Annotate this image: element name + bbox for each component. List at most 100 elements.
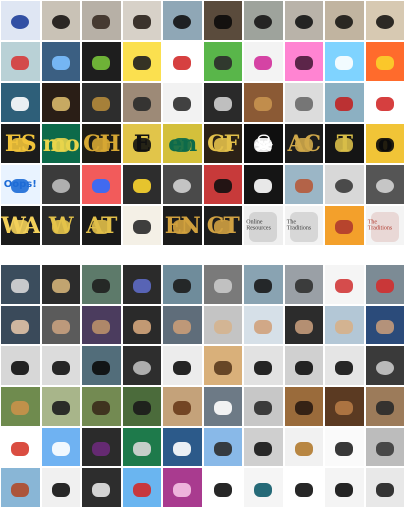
car-mark [92, 360, 111, 375]
photo-mark [294, 279, 313, 294]
top-tile-r6-c4 [121, 205, 162, 246]
bottom-tile-r5-c5 [162, 426, 203, 468]
top-tile-r6-c3: AT [81, 205, 122, 246]
bottom-tile-r3-c1 [0, 345, 41, 386]
graphic-mark [11, 97, 30, 112]
top-tile-r3-c7 [243, 82, 284, 123]
top-tile-r2-c9 [324, 41, 365, 82]
top-tile-r6-c5: EN [162, 205, 203, 246]
bottom-tile-r3-c4 [121, 345, 162, 386]
car-mark [254, 360, 273, 375]
top-tile-r4-c7: ☠ [243, 123, 284, 164]
top-tile-r6-c7: Online Resources [243, 205, 284, 246]
bottom-tile-r2-c9 [324, 304, 365, 346]
bottom-tile-r2-c8 [283, 304, 324, 346]
sign-text-text: W [48, 212, 74, 239]
bottom-tile-r2-c6 [202, 304, 243, 346]
top-tile-r6-c8: The Traditions [283, 205, 324, 246]
bottom-tile-r6-c9 [324, 467, 365, 508]
sign-text-text: WA [1, 212, 40, 239]
bottom-tile-r6-c1 [0, 467, 41, 508]
bottom-tile-r1-c2 [40, 264, 81, 305]
top-tile-r3-c6 [202, 82, 243, 123]
bottom-tile-r3-c10 [364, 345, 405, 386]
bottom-tile-r6-c5 [162, 467, 203, 508]
top-tile-r3-c9 [324, 82, 365, 123]
photo-mark [254, 279, 273, 294]
bottom-tile-r5-c8 [283, 426, 324, 468]
graphic-mark [51, 56, 70, 71]
animal-mark [51, 482, 70, 497]
cat-mark [213, 360, 232, 375]
graphic-mark [132, 482, 151, 497]
sticker-text-text: Oops! [3, 178, 37, 190]
car-mark [11, 360, 30, 375]
paper-text: The Traditions [367, 218, 393, 232]
graphic-mark [213, 56, 232, 71]
dog-mark [11, 401, 30, 416]
sign-text-text: EN [164, 212, 201, 239]
portrait-mark [11, 319, 30, 334]
top-tile-r2-c7 [243, 41, 284, 82]
dog-mark [375, 401, 394, 416]
bottom-tile-r6-c7 [243, 467, 284, 508]
bottom-tile-r1-c7 [243, 264, 284, 305]
top-tile-r5-c9 [324, 164, 365, 205]
bottom-tile-r4-c10 [364, 385, 405, 427]
bottom-tile-r1-c8 [283, 264, 324, 305]
bottom-tile-r6-c4 [121, 467, 162, 508]
dog-nose-mark [335, 15, 354, 30]
top-tile-r3-c3 [81, 82, 122, 123]
tower-mark [375, 441, 394, 456]
wheel-mark [51, 179, 70, 194]
bottom-tile-r4-c4 [121, 385, 162, 427]
sign-text-text: o [377, 130, 393, 157]
bottom-tile-r4-c7 [243, 385, 284, 427]
graphic-mark [173, 97, 192, 112]
graphic-mark [254, 56, 273, 71]
dog-nose-mark [173, 15, 192, 30]
teapot-mark [254, 482, 273, 497]
top-tile-r3-c4 [121, 82, 162, 123]
person-mark [11, 482, 30, 497]
tower-mark [254, 441, 273, 456]
bottom-tile-r1-c5 [162, 264, 203, 305]
portrait-mark [294, 319, 313, 334]
teapot-mark [375, 482, 394, 497]
sign-text-text: ☠ [253, 130, 274, 157]
top-tile-r1-c2 [40, 0, 81, 41]
graphic-mark [335, 97, 354, 112]
top-tile-r4-c9: T [324, 123, 365, 164]
photo-mark [132, 279, 151, 294]
graphic-mark [213, 97, 232, 112]
top-tile-r5-c4 [121, 164, 162, 205]
bottom-tile-r2-c5 [162, 304, 203, 346]
dog-face-mark [132, 15, 151, 30]
animal-mark [335, 401, 354, 416]
portrait-mark [335, 319, 354, 334]
top-tile-r1-c5 [162, 0, 203, 41]
top-tile-r2-c6 [202, 41, 243, 82]
top-tile-r4-c10: o [364, 123, 405, 164]
dog-mark [254, 401, 273, 416]
top-tile-r1-c7 [243, 0, 284, 41]
graphic-mark [294, 179, 313, 194]
bottom-tile-r1-c3 [81, 264, 122, 305]
graphic-mark [11, 441, 30, 456]
wheel-mark [173, 179, 192, 194]
bottom-tile-r3-c2 [40, 345, 81, 386]
bottom-tile-r1-c1 [0, 264, 41, 305]
paper-text: The Traditions [286, 218, 312, 232]
bottom-tile-r4-c9 [324, 385, 365, 427]
car-mark [51, 360, 70, 375]
car-mark [294, 360, 313, 375]
top-tile-r5-c6 [202, 164, 243, 205]
dog-nose-mark [375, 15, 394, 30]
bottom-tile-r3-c9 [324, 345, 365, 386]
bottom-tile-r3-c6 [202, 345, 243, 386]
tower-mark [335, 441, 354, 456]
top-tile-r4-c2: mo [40, 123, 81, 164]
graphic-mark [335, 56, 354, 71]
bottom-tile-r4-c3 [81, 385, 122, 427]
top-tile-r2-c8 [283, 41, 324, 82]
